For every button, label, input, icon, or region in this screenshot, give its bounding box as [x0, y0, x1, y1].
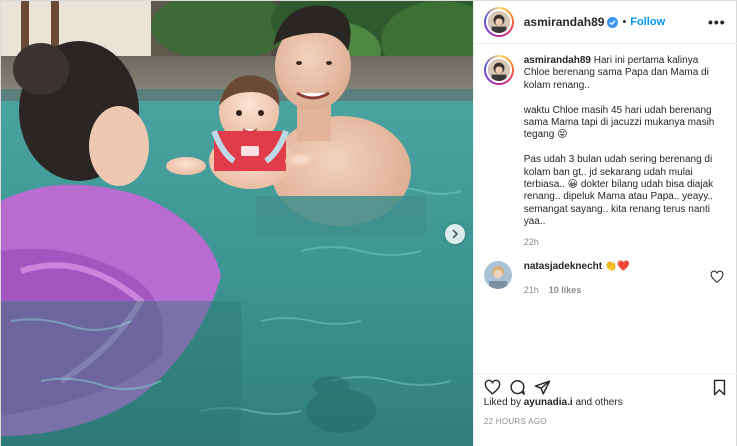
heart-icon[interactable] — [484, 379, 501, 396]
likes-prefix: Liked by — [483, 397, 521, 408]
comments-section[interactable]: asmirandah89 Hari ini pertama kalinya Ch… — [474, 55, 737, 365]
share-icon[interactable] — [534, 379, 551, 396]
comment-likes[interactable]: 10 likes — [549, 285, 582, 295]
author-username[interactable]: asmirandah89 — [524, 15, 605, 29]
more-options-button[interactable]: ••• — [708, 14, 726, 30]
bookmark-icon[interactable] — [711, 379, 728, 396]
caption-content: Hari ini pertama kalinya Chloe berenang … — [523, 55, 715, 228]
separator-dot: • — [622, 16, 627, 28]
author-avatar[interactable] — [483, 7, 514, 37]
comment-text: 👏❤️ — [604, 260, 630, 272]
follow-button[interactable]: Follow — [630, 16, 665, 28]
post-details-panel: asmirandah89 • Follow ••• asmirandah89 H… — [472, 1, 737, 446]
caption-time[interactable]: 22h — [524, 237, 724, 247]
caption-username[interactable]: asmirandah89 — [524, 55, 591, 66]
post-timestamp[interactable]: 22 HOURS AGO — [484, 417, 547, 426]
likes-summary: Liked by ayunadia.i and others — [484, 397, 623, 408]
commenter-username[interactable]: natasjadeknecht — [524, 261, 602, 272]
caption-text: asmirandah89 Hari ini pertama kalinya Ch… — [524, 55, 724, 229]
verified-badge-icon — [607, 16, 619, 28]
chevron-right-icon — [452, 229, 459, 239]
comment-like-icon[interactable] — [710, 270, 724, 284]
likes-suffix[interactable]: and others — [575, 397, 622, 408]
comment-item: natasjadeknecht 👏❤️ 21h 10 likes — [483, 260, 728, 295]
commenter-avatar[interactable] — [483, 260, 512, 289]
liked-by-user[interactable]: ayunadia.i — [524, 397, 573, 408]
next-photo-button[interactable] — [445, 224, 465, 244]
post-photo[interactable] — [1, 1, 473, 446]
instagram-post: asmirandah89 • Follow ••• asmirandah89 H… — [0, 0, 737, 446]
caption: asmirandah89 Hari ini pertama kalinya Ch… — [483, 55, 728, 247]
pool-photo — [1, 1, 473, 446]
comment-icon[interactable] — [509, 379, 526, 396]
comment-time[interactable]: 21h — [524, 285, 539, 295]
post-header: asmirandah89 • Follow ••• — [473, 1, 737, 44]
caption-author-avatar[interactable] — [483, 55, 514, 85]
